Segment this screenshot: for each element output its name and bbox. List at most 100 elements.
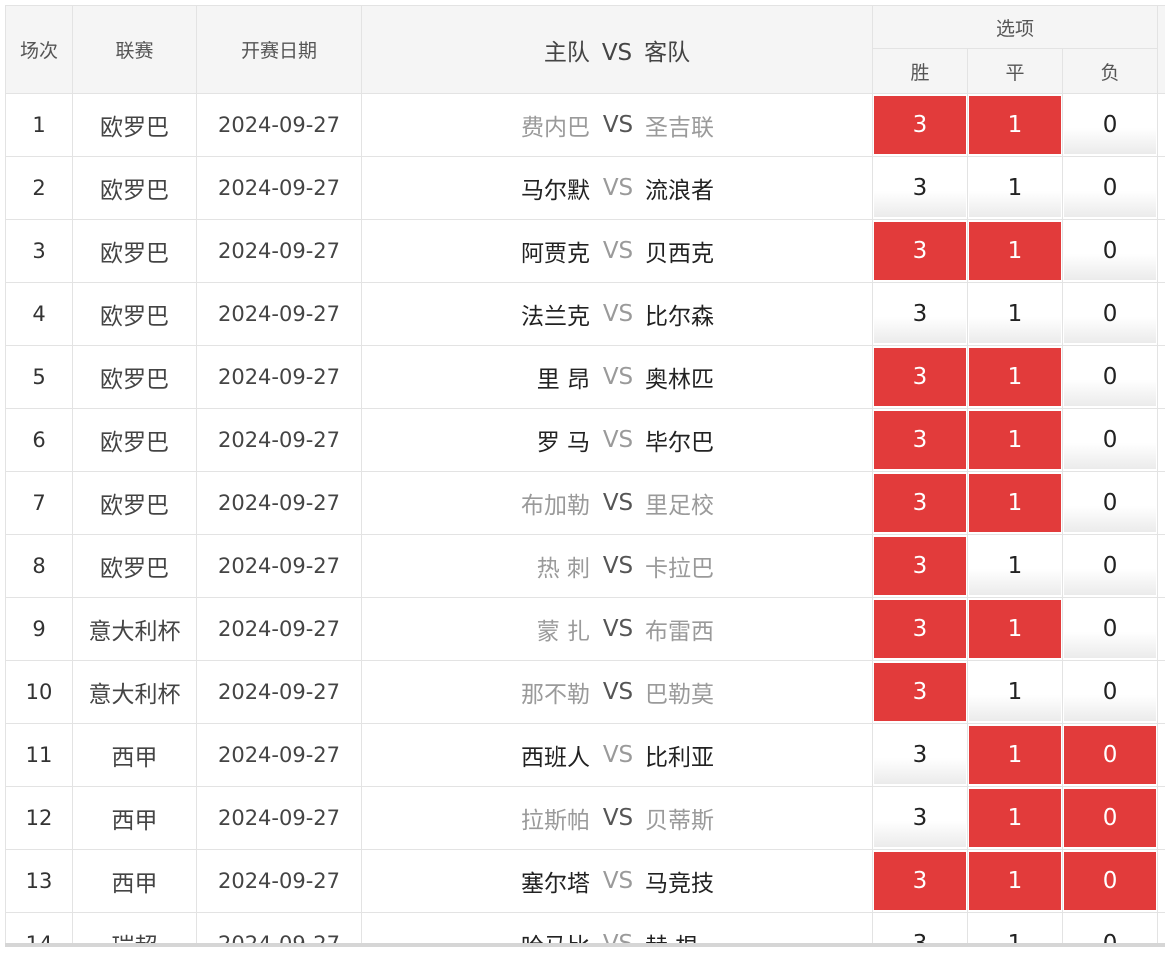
row-spacer [1157, 597, 1165, 661]
option-win-cell: 3 [872, 534, 968, 598]
option-lose-cell: 0 [1061, 786, 1159, 850]
option-draw-button[interactable]: 1 [969, 474, 1061, 532]
option-win-cell: 3 [872, 786, 968, 850]
match-index: 11 [5, 723, 73, 787]
option-draw-button[interactable]: 1 [969, 222, 1061, 280]
option-win-button[interactable]: 3 [874, 474, 966, 532]
option-lose-button[interactable]: 0 [1064, 159, 1157, 217]
option-win-button[interactable]: 3 [874, 789, 966, 847]
option-lose-cell: 0 [1061, 723, 1159, 787]
row-spacer [1157, 849, 1165, 913]
match-date: 2024-09-27 [196, 534, 362, 598]
table-row: 6 欧罗巴 2024-09-27 罗 马 VS 毕尔巴 3 1 0 [5, 408, 1165, 472]
option-win-cell: 3 [872, 849, 968, 913]
option-win-button[interactable]: 3 [874, 726, 966, 784]
option-draw-cell: 1 [967, 786, 1063, 850]
option-win-button[interactable]: 3 [874, 96, 966, 154]
option-lose-cell: 0 [1061, 912, 1159, 943]
row-spacer [1157, 660, 1165, 724]
option-lose-button[interactable]: 0 [1064, 285, 1157, 343]
vs-label: VS [602, 868, 634, 894]
option-draw-cell: 1 [967, 156, 1063, 220]
option-lose-button[interactable]: 0 [1064, 600, 1157, 658]
row-spacer [1157, 534, 1165, 598]
vs-label: VS [602, 805, 634, 831]
option-lose-button[interactable]: 0 [1064, 348, 1157, 406]
option-draw-button[interactable]: 1 [969, 285, 1061, 343]
option-win-cell: 3 [872, 912, 968, 943]
option-lose-cell: 0 [1061, 408, 1159, 472]
home-team: 法兰克 [521, 304, 590, 330]
option-draw-button[interactable]: 1 [969, 159, 1061, 217]
match-league: 欧罗巴 [72, 219, 197, 283]
option-draw-button[interactable]: 1 [969, 789, 1061, 847]
option-draw-cell: 1 [967, 534, 1063, 598]
match-teams: 阿贾克 VS 贝西克 [361, 219, 873, 283]
match-teams: 热 刺 VS 卡拉巴 [361, 534, 873, 598]
match-teams: 蒙 扎 VS 布雷西 [361, 597, 873, 661]
match-league: 西甲 [72, 786, 197, 850]
option-draw-button[interactable]: 1 [969, 96, 1061, 154]
option-draw-button[interactable]: 1 [969, 411, 1061, 469]
option-draw-cell: 1 [967, 471, 1063, 535]
match-date: 2024-09-27 [196, 156, 362, 220]
match-league: 欧罗巴 [72, 534, 197, 598]
option-lose-button[interactable]: 0 [1064, 852, 1157, 910]
row-spacer [1157, 786, 1165, 850]
match-teams: 罗 马 VS 毕尔巴 [361, 408, 873, 472]
option-win-button[interactable]: 3 [874, 159, 966, 217]
row-spacer [1157, 408, 1165, 472]
match-index: 14 [5, 912, 73, 943]
option-win-button[interactable]: 3 [874, 222, 966, 280]
home-team: 哈马比 [521, 934, 590, 947]
home-team: 那不勒 [521, 682, 590, 708]
option-lose-button[interactable]: 0 [1064, 96, 1157, 154]
match-league: 意大利杯 [72, 660, 197, 724]
option-lose-cell: 0 [1061, 345, 1159, 409]
option-lose-button[interactable]: 0 [1064, 537, 1157, 595]
option-win-button[interactable]: 3 [874, 600, 966, 658]
option-lose-button[interactable]: 0 [1064, 789, 1157, 847]
option-win-button[interactable]: 3 [874, 663, 966, 721]
home-team: 西班人 [521, 745, 590, 771]
option-win-button[interactable]: 3 [874, 285, 966, 343]
option-lose-button[interactable]: 0 [1064, 726, 1157, 784]
option-win-button[interactable]: 3 [874, 411, 966, 469]
option-lose-button[interactable]: 0 [1064, 222, 1157, 280]
option-win-button[interactable]: 3 [874, 537, 966, 595]
option-draw-cell: 1 [967, 93, 1063, 157]
vs-label: VS [602, 364, 634, 390]
option-win-button[interactable]: 3 [874, 348, 966, 406]
header-lose: 负 [1061, 48, 1159, 94]
away-team: 赫 根 [645, 934, 699, 947]
home-team: 布加勒 [521, 493, 590, 519]
match-teams: 马尔默 VS 流浪者 [361, 156, 873, 220]
option-lose-button[interactable]: 0 [1064, 663, 1157, 721]
option-win-button[interactable]: 3 [874, 915, 966, 943]
away-team: 马竞技 [645, 871, 714, 897]
match-teams: 里 昂 VS 奥林匹 [361, 345, 873, 409]
match-date: 2024-09-27 [196, 282, 362, 346]
option-win-button[interactable]: 3 [874, 852, 966, 910]
table-row: 13 西甲 2024-09-27 塞尔塔 VS 马竞技 3 1 0 [5, 849, 1165, 913]
table-row: 12 西甲 2024-09-27 拉斯帕 VS 贝蒂斯 3 1 0 [5, 786, 1165, 850]
vs-label: VS [602, 490, 634, 516]
home-team: 费内巴 [521, 115, 590, 141]
option-win-cell: 3 [872, 471, 968, 535]
option-draw-button[interactable]: 1 [969, 537, 1061, 595]
option-draw-button[interactable]: 1 [969, 852, 1061, 910]
option-lose-button[interactable]: 0 [1064, 915, 1157, 943]
option-draw-button[interactable]: 1 [969, 600, 1061, 658]
option-lose-button[interactable]: 0 [1064, 411, 1157, 469]
option-draw-button[interactable]: 1 [969, 348, 1061, 406]
option-draw-button[interactable]: 1 [969, 726, 1061, 784]
option-draw-button[interactable]: 1 [969, 915, 1061, 943]
home-team: 蒙 扎 [536, 619, 590, 645]
match-table: 场次 联赛 开赛日期 主队 VS 客队 选项 胜 平 负 1 欧罗巴 2024-09… [5, 5, 1165, 947]
option-win-cell: 3 [872, 345, 968, 409]
match-teams: 那不勒 VS 巴勒莫 [361, 660, 873, 724]
option-draw-button[interactable]: 1 [969, 663, 1061, 721]
match-teams: 布加勒 VS 里足校 [361, 471, 873, 535]
option-lose-button[interactable]: 0 [1064, 474, 1157, 532]
match-date: 2024-09-27 [196, 471, 362, 535]
